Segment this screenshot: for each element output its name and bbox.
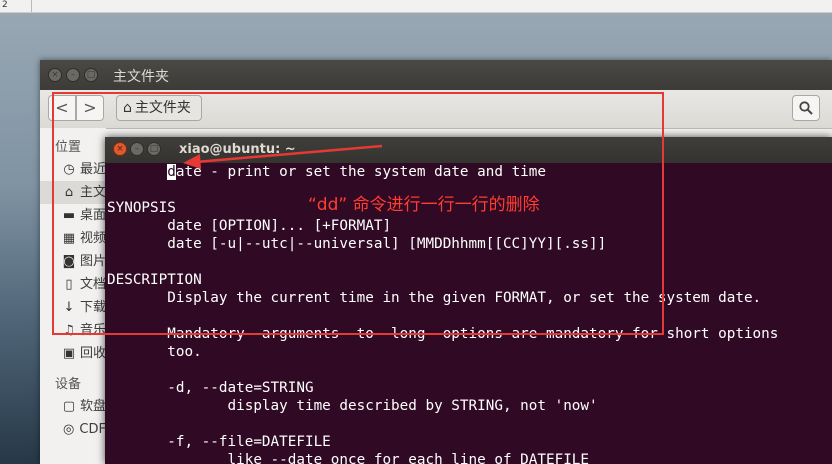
terminal-line: date [-u|--utc|--universal] [MMDDhhmm[[C…: [107, 236, 607, 252]
window-title: 主文件夹: [113, 69, 169, 85]
text-cursor: d: [167, 164, 176, 180]
sidebar-item-floppy[interactable]: ▢ 软盘: [40, 395, 106, 418]
terminal-window: × – □ xiao@ubuntu: ~ date - print or set…: [105, 137, 832, 464]
sidebar-header-places: 位置: [55, 140, 82, 155]
breadcrumb-label: 主文件夹: [134, 100, 191, 116]
home-icon: ⌂: [64, 185, 74, 200]
cd-icon: ◎: [63, 422, 75, 437]
sidebar-item-label: CDF: [79, 422, 106, 437]
sidebar-item-label: 图片: [79, 254, 106, 269]
sidebar-item-pictures[interactable]: ◙ 图片: [40, 250, 106, 273]
camera-icon: ◙: [62, 254, 76, 269]
sidebar-item-desktop[interactable]: ▬ 桌面: [40, 204, 106, 227]
terminal-title: xiao@ubuntu: ~: [179, 142, 296, 157]
sidebar-item-music[interactable]: ♫ 音乐: [40, 319, 106, 342]
terminal-maximize-button[interactable]: □: [147, 142, 161, 156]
terminal-line: -f, --file=DATEFILE: [107, 434, 331, 450]
terminal-line: DESCRIPTION: [107, 272, 202, 288]
annotation-text: “dd” 命令进行一行一行的删除: [308, 195, 540, 215]
minimize-button[interactable]: –: [66, 68, 80, 82]
sidebar-item-label: 文档: [79, 277, 106, 292]
terminal-line: display time described by STRING, not 'n…: [107, 398, 598, 414]
sidebar: 位置 ◷ 最近 ⌂ 主文 ▬ 桌面 ▦ 视频 ◙ 图片 ▯ 文档 ↓ 下载 ♫ 音乐 ▣ 回收 设…: [40, 128, 106, 464]
close-button[interactable]: ×: [48, 68, 62, 82]
trash-icon: ▣: [62, 346, 76, 361]
sidebar-item-label: 视频: [79, 231, 106, 246]
sidebar-item-recent[interactable]: ◷ 最近: [40, 158, 106, 181]
breadcrumb-home[interactable]: ⌂ 主文件夹: [116, 95, 202, 121]
terminal-line: date - print or set the system date and …: [167, 164, 546, 180]
file-manager-titlebar[interactable]: × – □ 主文件夹: [40, 60, 832, 90]
terminal-minimize-button[interactable]: –: [130, 142, 144, 156]
terminal-close-button[interactable]: ×: [113, 142, 127, 156]
terminal-line: like --date once for each line of DATEFI…: [107, 452, 590, 464]
window-controls: × – □: [48, 68, 98, 82]
maximize-button[interactable]: □: [84, 68, 98, 82]
terminal-line: -d, --date=STRING: [107, 380, 314, 396]
desktop-icon: ▬: [62, 208, 76, 223]
search-icon: [799, 101, 813, 115]
download-icon: ↓: [63, 300, 75, 315]
sidebar-item-trash[interactable]: ▣ 回收: [40, 342, 106, 365]
forward-button[interactable]: >: [76, 95, 104, 121]
video-icon: ▦: [62, 231, 76, 246]
sidebar-item-home[interactable]: ⌂ 主文: [40, 181, 106, 204]
sidebar-item-downloads[interactable]: ↓ 下载: [40, 296, 106, 319]
floppy-icon: ▢: [62, 399, 76, 414]
home-icon: ⌂: [123, 100, 132, 116]
music-icon: ♫: [63, 323, 75, 338]
sidebar-item-label: 桌面: [79, 208, 106, 223]
back-button[interactable]: <: [48, 95, 76, 121]
sidebar-item-cd[interactable]: ◎ CDF: [40, 418, 106, 441]
sidebar-item-label: 最近: [79, 162, 106, 177]
document-icon: ▯: [65, 277, 73, 292]
terminal-line: date [OPTION]... [+FORMAT]: [107, 218, 392, 234]
terminal-titlebar[interactable]: × – □ xiao@ubuntu: ~: [105, 137, 832, 163]
outer-app-tab[interactable]: 2: [0, 0, 32, 12]
clock-icon: ◷: [63, 162, 75, 177]
sidebar-item-documents[interactable]: ▯ 文档: [40, 273, 106, 296]
outer-app-top-strip: 2: [0, 0, 832, 13]
terminal-line: Mandatory arguments to long options are …: [107, 326, 779, 342]
sidebar-header-devices: 设备: [55, 377, 82, 392]
sidebar-item-label: 音乐: [79, 323, 106, 338]
file-manager-toolbar: < > ⌂ 主文件夹: [40, 90, 832, 129]
sidebar-item-label: 主文: [79, 185, 106, 200]
search-button[interactable]: [792, 95, 820, 121]
sidebar-item-label: 回收: [79, 346, 106, 361]
sidebar-item-videos[interactable]: ▦ 视频: [40, 227, 106, 250]
terminal-line: too.: [107, 344, 202, 360]
terminal-line: Display the current time in the given FO…: [107, 290, 762, 306]
terminal-window-controls: × – □: [113, 142, 161, 156]
sidebar-item-label: 软盘: [79, 399, 106, 414]
sidebar-item-label: 下载: [79, 300, 106, 315]
